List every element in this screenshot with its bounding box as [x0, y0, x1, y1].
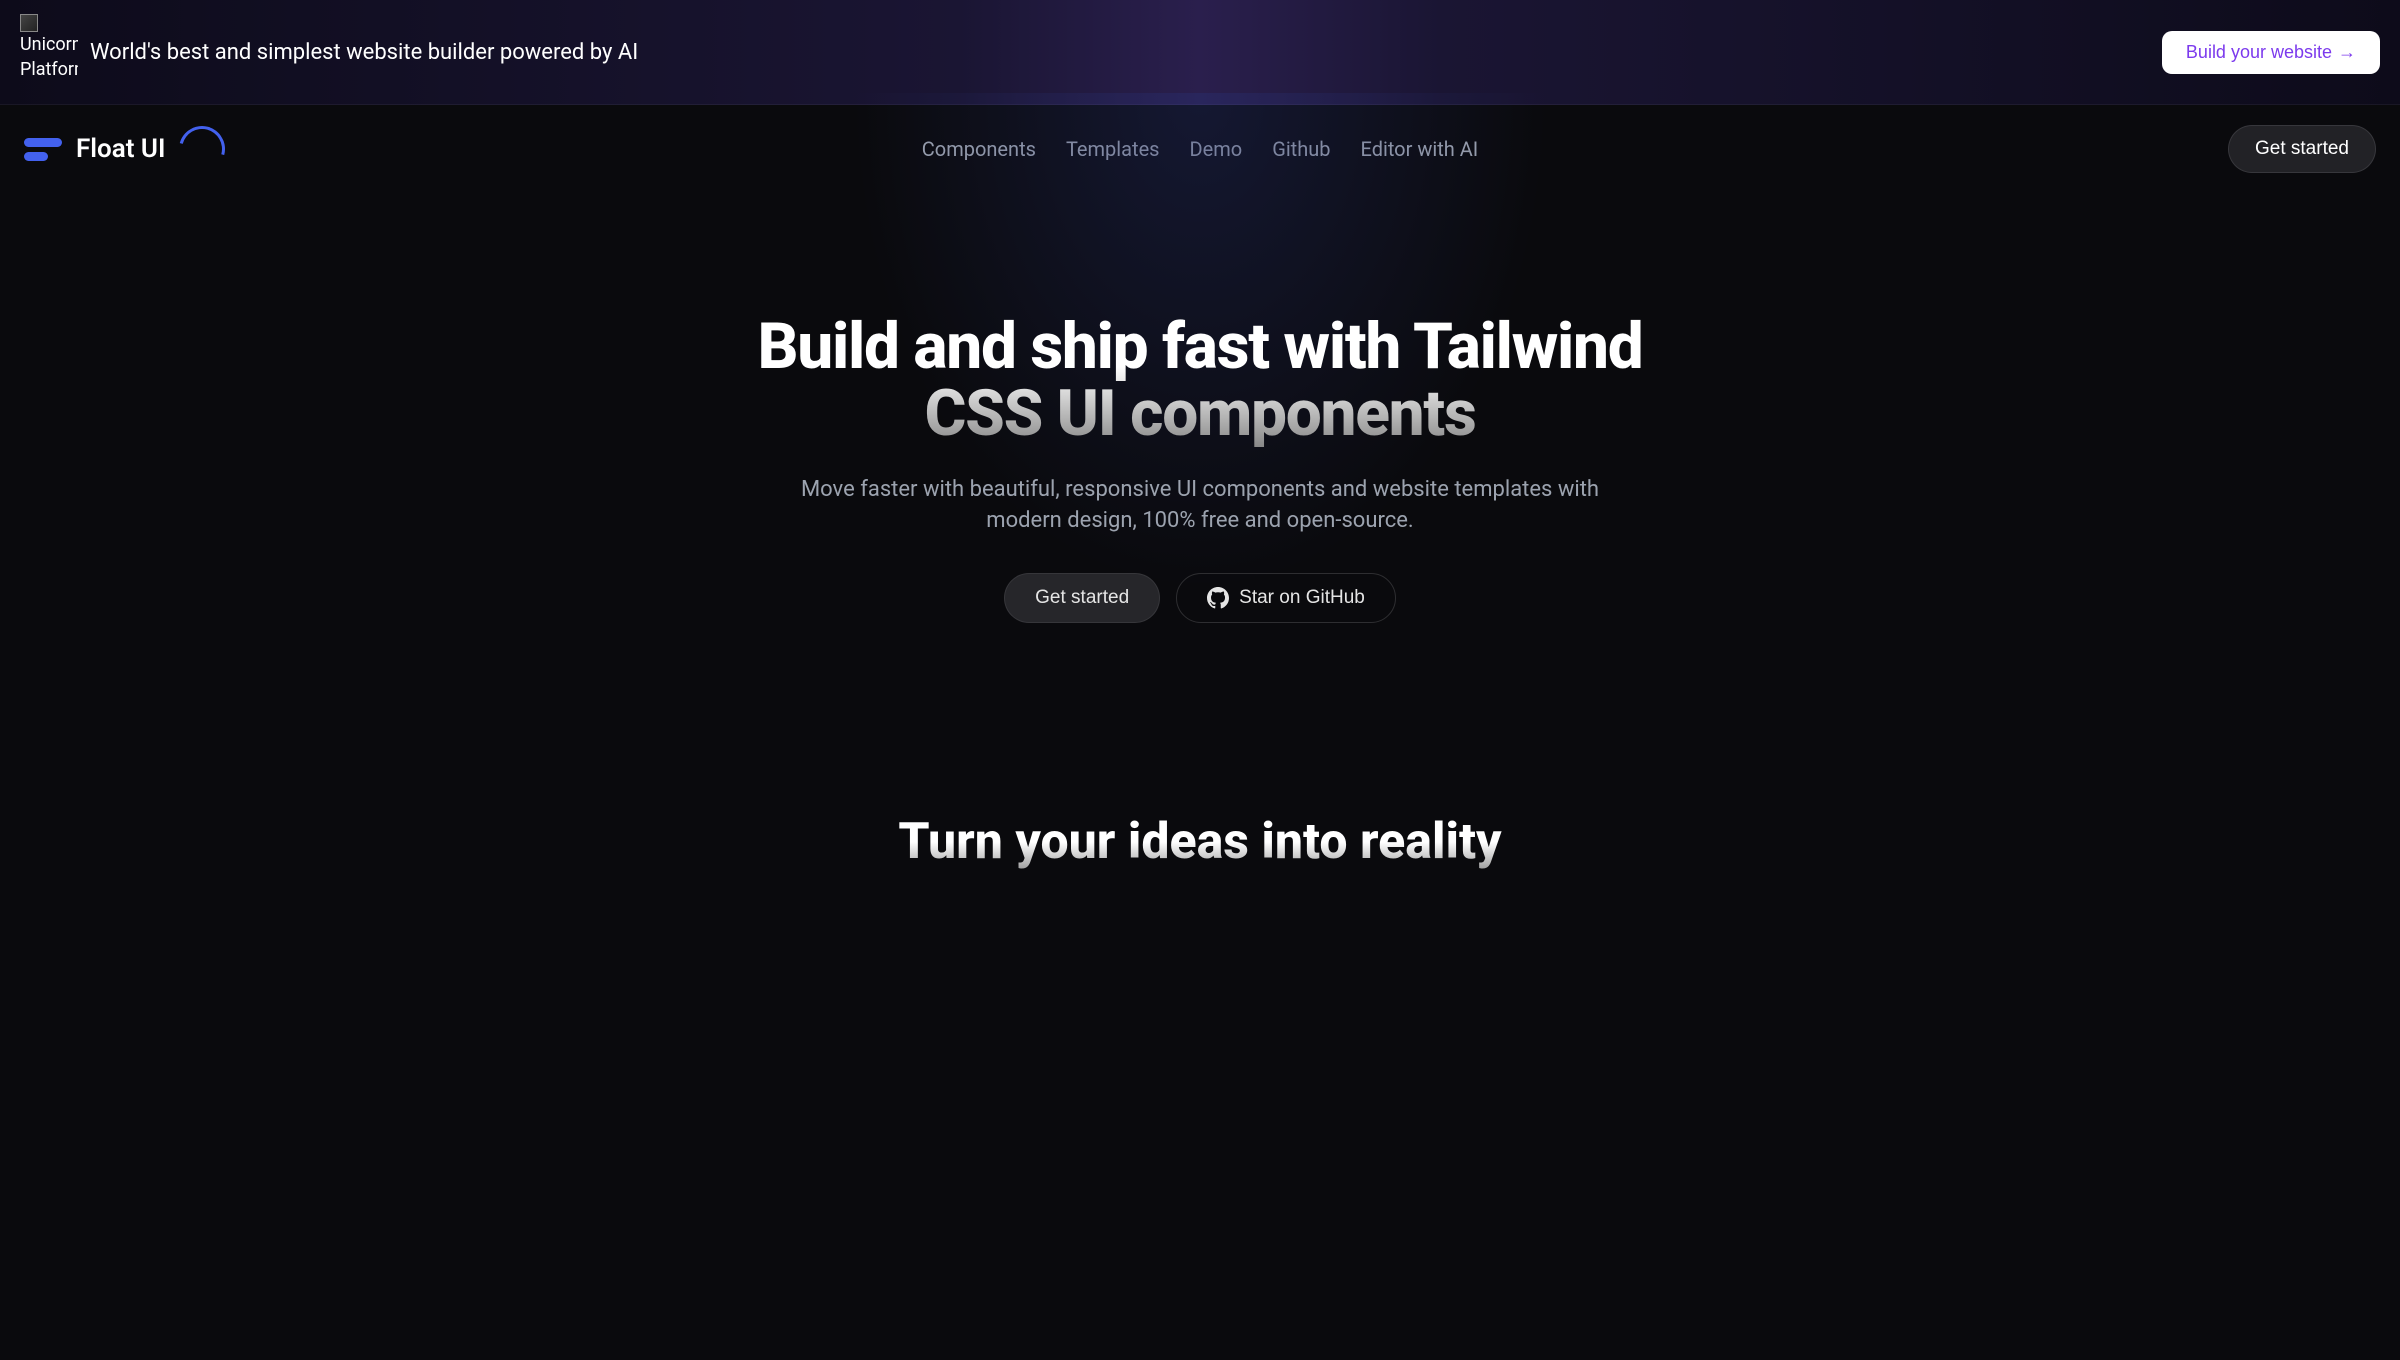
- main-nav: Float UI Components Templates Demo Githu…: [0, 105, 2400, 193]
- nav-links: Components Templates Demo Github Editor …: [922, 137, 1478, 161]
- unicorn-logo-broken-image: Unicorn Platform: [20, 14, 78, 90]
- hero-subtitle: Move faster with beautiful, responsive U…: [800, 475, 1600, 537]
- banner-cta-label: Build your website: [2186, 42, 2332, 63]
- github-icon: [1207, 587, 1229, 609]
- star-github-button[interactable]: Star on GitHub: [1176, 573, 1396, 623]
- arrow-right-icon: →: [2338, 42, 2356, 63]
- banner-left: Unicorn Platform World's best and simple…: [20, 14, 2146, 90]
- nav-link-editor-ai[interactable]: Editor with AI: [1361, 137, 1479, 161]
- banner-text: World's best and simplest website builde…: [90, 40, 638, 65]
- nav-link-github[interactable]: Github: [1272, 137, 1330, 161]
- hero-section: Build and ship fast with Tailwind CSS UI…: [0, 193, 2400, 703]
- star-github-label: Star on GitHub: [1239, 587, 1365, 609]
- nav-link-components[interactable]: Components: [922, 137, 1036, 161]
- brand-name: Float UI: [76, 134, 165, 164]
- section-title: Turn your ideas into reality: [0, 813, 2400, 871]
- nav-link-demo[interactable]: Demo: [1190, 137, 1243, 161]
- spinner-icon: [171, 118, 234, 181]
- get-started-button[interactable]: Get started: [2228, 125, 2376, 173]
- nav-link-templates[interactable]: Templates: [1066, 137, 1160, 161]
- build-website-button[interactable]: Build your website →: [2162, 31, 2380, 74]
- nav-brand[interactable]: Float UI: [24, 126, 225, 172]
- hero-actions: Get started Star on GitHub: [40, 573, 2360, 623]
- hero-get-started-button[interactable]: Get started: [1004, 573, 1160, 623]
- float-logo-icon: [24, 130, 62, 168]
- promo-banner: Unicorn Platform World's best and simple…: [0, 0, 2400, 105]
- hero-title: Build and ship fast with Tailwind CSS UI…: [750, 313, 1650, 447]
